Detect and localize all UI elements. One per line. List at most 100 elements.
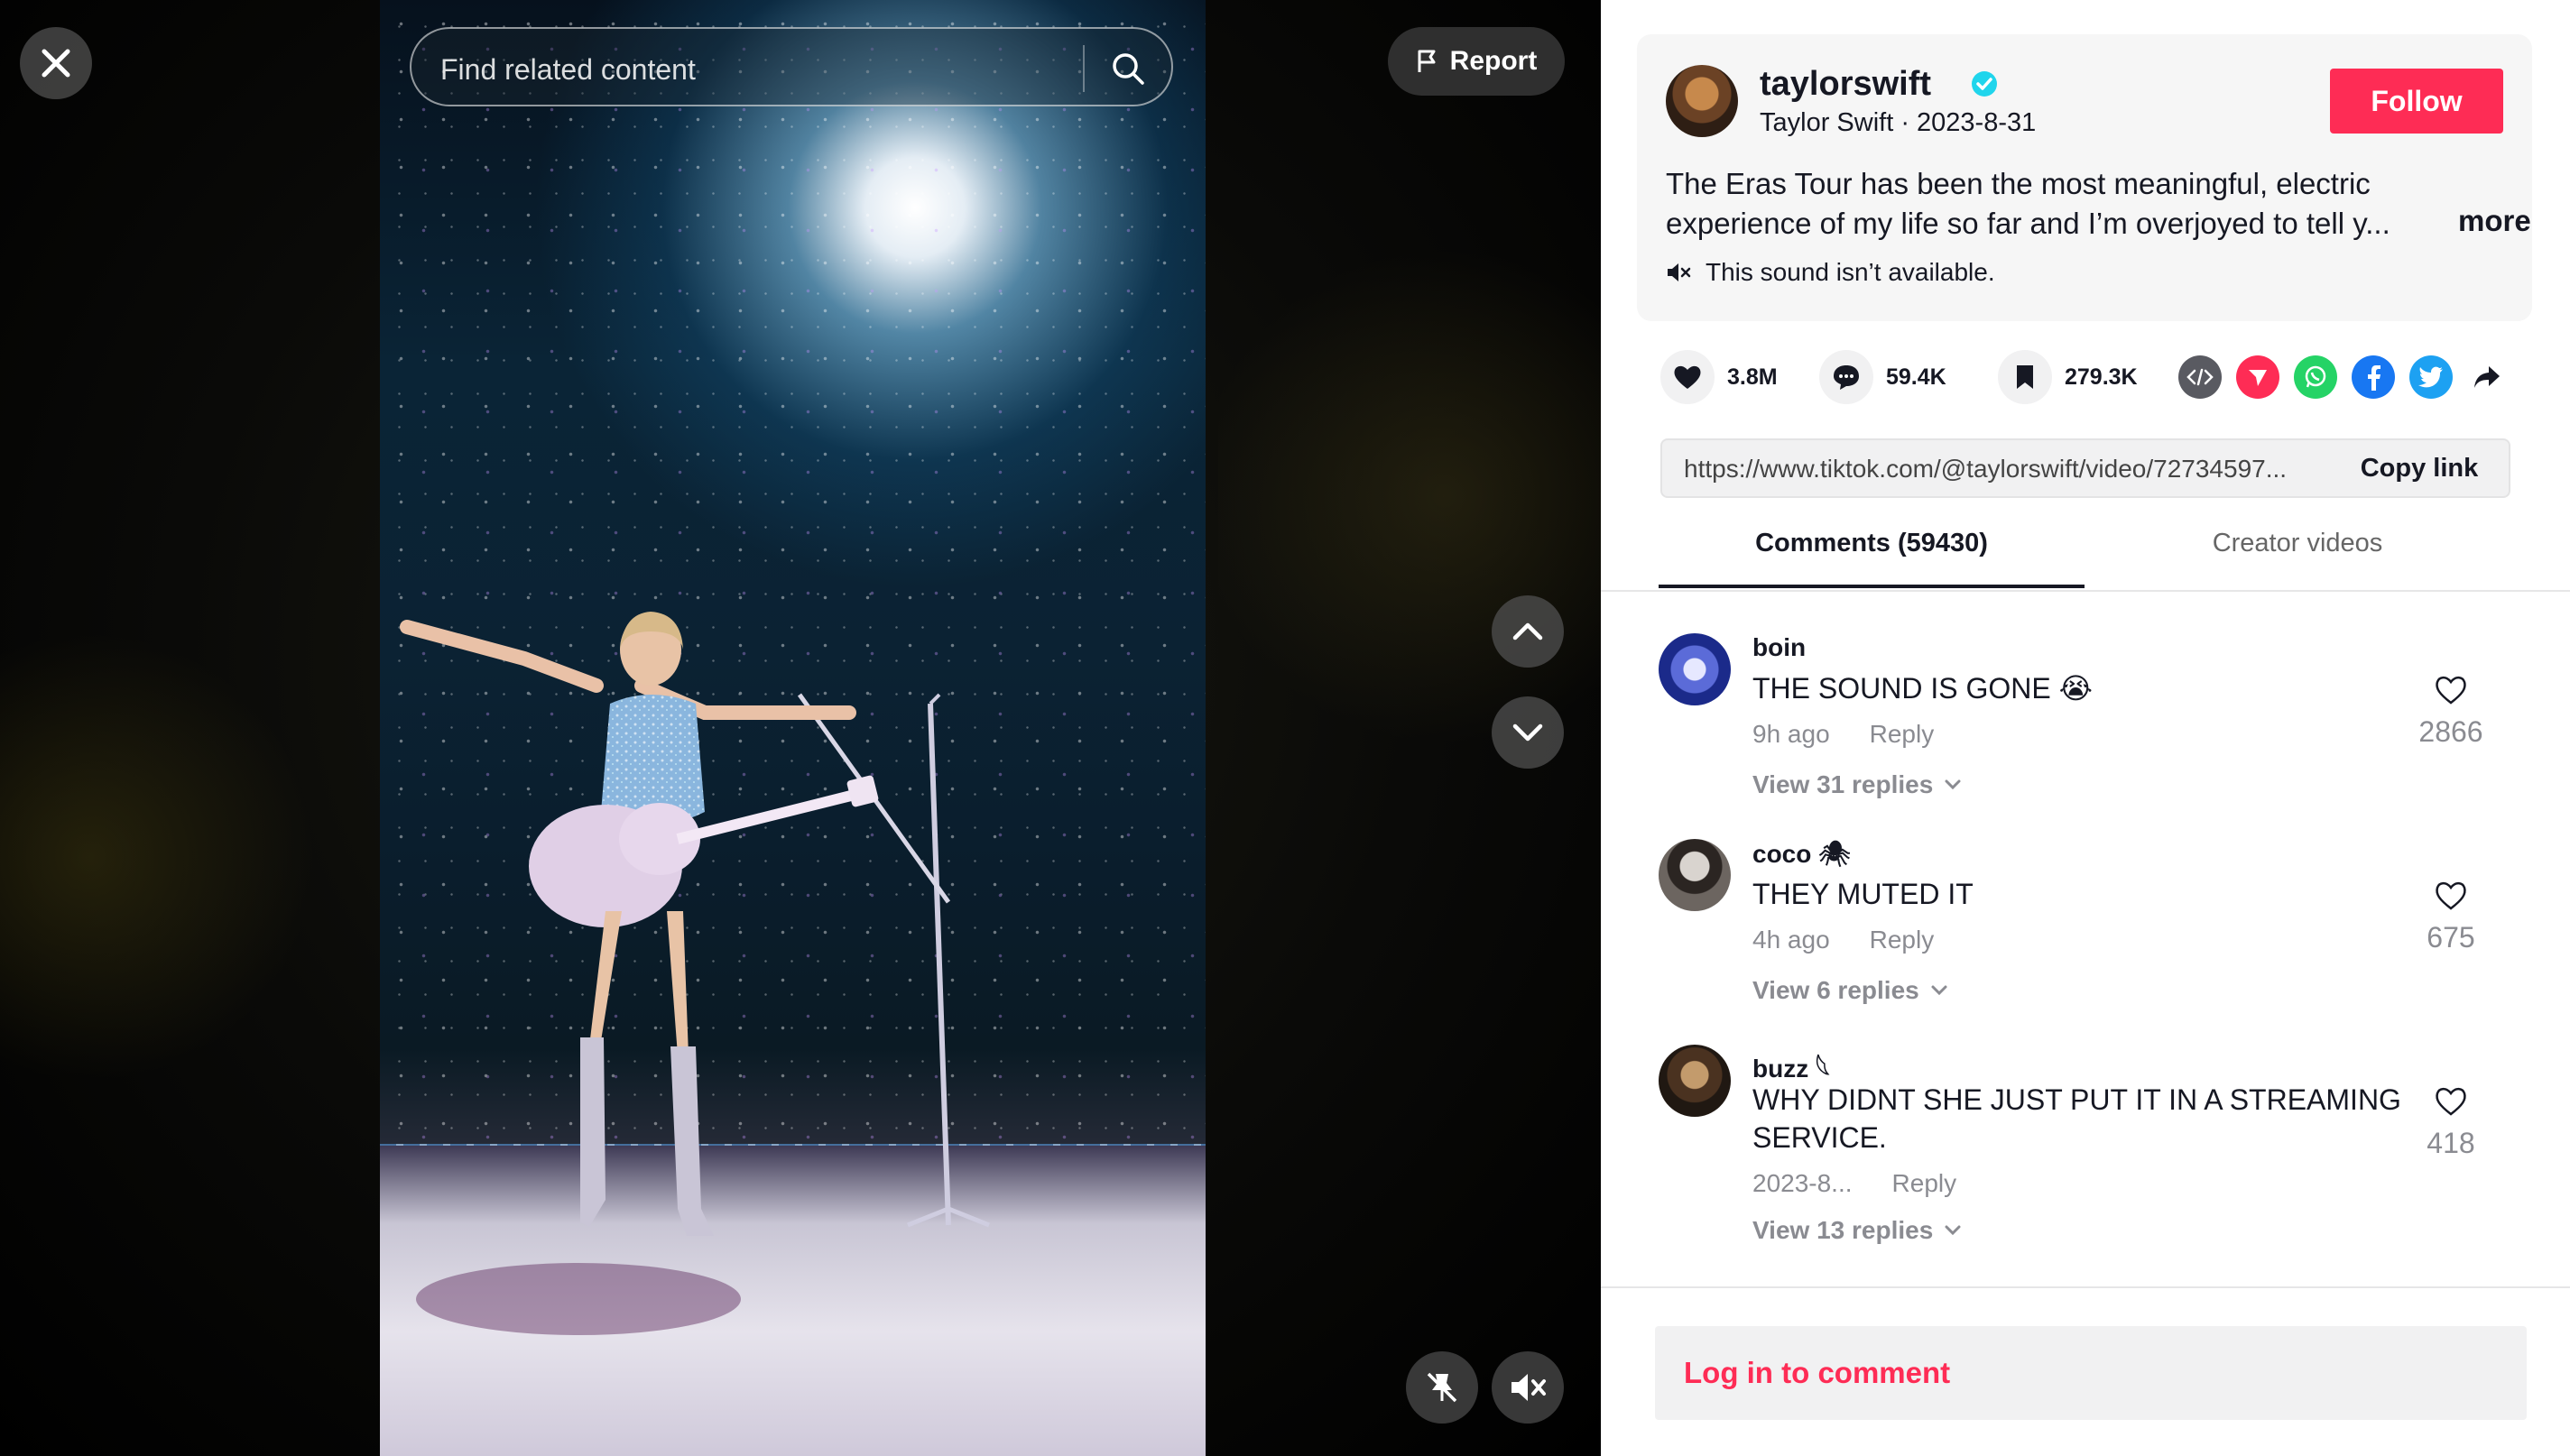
reply-button[interactable]: Reply [1870, 926, 1935, 954]
flag-icon [1418, 50, 1436, 72]
comment-meta: 4h ago Reply [1752, 926, 1934, 954]
follow-button[interactable]: Follow [2330, 69, 2503, 134]
search-icon [1113, 53, 1144, 85]
comment-username[interactable]: coco 🕷 [1752, 839, 1851, 869]
comment-like-count: 418 [2427, 1127, 2475, 1159]
comment-like[interactable]: 418 [2415, 1086, 2487, 1160]
view-replies-button[interactable]: View 13 replies [1752, 1216, 1962, 1245]
embed-share-button[interactable] [2178, 355, 2222, 399]
comment-text: THEY MUTED IT [1752, 878, 1974, 910]
sound-status: This sound isn’t available. [1666, 258, 1995, 287]
chevron-down-icon [1945, 1225, 1961, 1236]
comment-time: 4h ago [1752, 926, 1830, 954]
video-performer-image [400, 612, 990, 1335]
search-input[interactable] [439, 45, 1092, 94]
comment-icon [1834, 365, 1859, 390]
comment-button[interactable] [1819, 350, 1873, 404]
embed-icon [2186, 368, 2214, 386]
share-link-box: https://www.tiktok.com/@taylorswift/vide… [1660, 438, 2510, 498]
panel-tabs: Comments (59430) Creator videos [1601, 529, 2570, 592]
twitter-share-button[interactable] [2409, 355, 2453, 399]
save-count: 279.3K [2065, 364, 2138, 390]
save-action[interactable]: 279.3K [1998, 350, 2138, 404]
action-bar: 3.8M 59.4K 279.3K [1660, 350, 2527, 408]
comment-meta: 9h ago Reply [1752, 720, 1934, 749]
comment-username[interactable]: boin [1752, 633, 1806, 662]
send-icon [2249, 370, 2267, 386]
copy-link-button[interactable]: Copy link [2330, 440, 2509, 496]
author-nickname-date: Taylor Swift · 2023-8-31 [1760, 108, 2037, 137]
comment-avatar[interactable] [1659, 1045, 1731, 1117]
login-to-comment-button[interactable]: Log in to comment [1655, 1326, 2527, 1420]
search-divider [1083, 45, 1085, 92]
pin-off-icon [1427, 1372, 1457, 1403]
comment-list: boin THE SOUND IS GONE 😭 9h ago Reply Vie… [1601, 595, 2570, 1286]
comment-avatar[interactable] [1659, 839, 1731, 911]
whatsapp-share-button[interactable] [2294, 355, 2337, 399]
tab-creator-videos[interactable]: Creator videos [2085, 529, 2510, 588]
heart-outline-icon [2436, 676, 2466, 705]
view-replies-label: View 31 replies [1752, 770, 1934, 798]
verified-badge-icon [1972, 71, 1997, 97]
more-share-button[interactable] [2465, 355, 2509, 399]
chevron-down-icon [1931, 985, 1947, 996]
comment-time: 2023-8... [1752, 1169, 1853, 1197]
next-video-button[interactable] [1492, 696, 1564, 769]
comment-avatar[interactable] [1659, 633, 1731, 705]
author-avatar[interactable] [1666, 65, 1738, 137]
comment-like[interactable]: 675 [2415, 880, 2487, 954]
heart-icon [1674, 365, 1701, 389]
like-button[interactable] [1660, 350, 1715, 404]
search-bar [410, 27, 1173, 106]
comment-text: THE SOUND IS GONE 😭 [1752, 672, 2093, 705]
comment-input-divider [1601, 1286, 2570, 1288]
background-glow-left [0, 631, 316, 1083]
search-button[interactable] [1097, 38, 1159, 99]
view-replies-button[interactable]: View 6 replies [1752, 976, 1948, 1005]
comment-action[interactable]: 59.4K [1819, 350, 1946, 404]
comment-meta: 2023-8... Reply [1752, 1169, 1956, 1198]
comment-text: WHY DIDNT SHE JUST PUT IT IN A STREAMING… [1752, 1083, 2401, 1154]
reply-button[interactable]: Reply [1870, 720, 1935, 748]
like-count: 3.8M [1727, 364, 1778, 390]
like-action[interactable]: 3.8M [1660, 350, 1778, 404]
reply-button[interactable]: Reply [1892, 1169, 1957, 1197]
share-arrow-icon [2474, 366, 2500, 388]
close-button[interactable] [20, 27, 92, 99]
send-share-button[interactable] [2236, 355, 2279, 399]
video-player[interactable] [380, 0, 1206, 1456]
save-button[interactable] [1998, 350, 2052, 404]
background-glow-right [1218, 226, 1601, 767]
volume-muted-icon [1668, 263, 1691, 281]
comment-like[interactable]: 2866 [2415, 675, 2487, 749]
tab-comments[interactable]: Comments (59430) [1659, 529, 2085, 588]
floating-player-button[interactable] [1406, 1351, 1478, 1424]
report-label: Report [1449, 46, 1538, 76]
chevron-down-icon [1512, 723, 1543, 742]
comment-like-count: 2866 [2418, 715, 2483, 748]
comment-count: 59.4K [1886, 364, 1946, 390]
heart-outline-icon [2436, 1087, 2466, 1116]
facebook-icon [2368, 365, 2380, 391]
mute-toggle-button[interactable] [1492, 1351, 1564, 1424]
share-link-url[interactable]: https://www.tiktok.com/@taylorswift/vide… [1684, 455, 2326, 484]
whatsapp-icon [2305, 365, 2326, 388]
chevron-down-icon [1945, 779, 1961, 790]
comment-like-count: 675 [2427, 921, 2475, 954]
close-icon [42, 49, 70, 78]
volume-muted-icon [1511, 1374, 1546, 1401]
video-stage: Report [0, 0, 1601, 1456]
heart-outline-icon [2436, 881, 2466, 910]
post-description: The Eras Tour has been the most meaningf… [1666, 167, 2390, 240]
view-replies-button[interactable]: View 31 replies [1752, 770, 1962, 799]
side-panel: taylorswift Taylor Swift · 2023-8-31 Fol… [1601, 0, 2570, 1456]
author-username[interactable]: taylorswift [1760, 65, 1931, 104]
twitter-icon [2418, 366, 2443, 388]
report-button[interactable]: Report [1388, 27, 1565, 96]
facebook-share-button[interactable] [2352, 355, 2395, 399]
comment-time: 9h ago [1752, 720, 1830, 748]
view-replies-label: View 6 replies [1752, 976, 1919, 1004]
more-link[interactable]: more [2458, 204, 2531, 238]
previous-video-button[interactable] [1492, 595, 1564, 668]
bookmark-icon [2017, 365, 2033, 389]
